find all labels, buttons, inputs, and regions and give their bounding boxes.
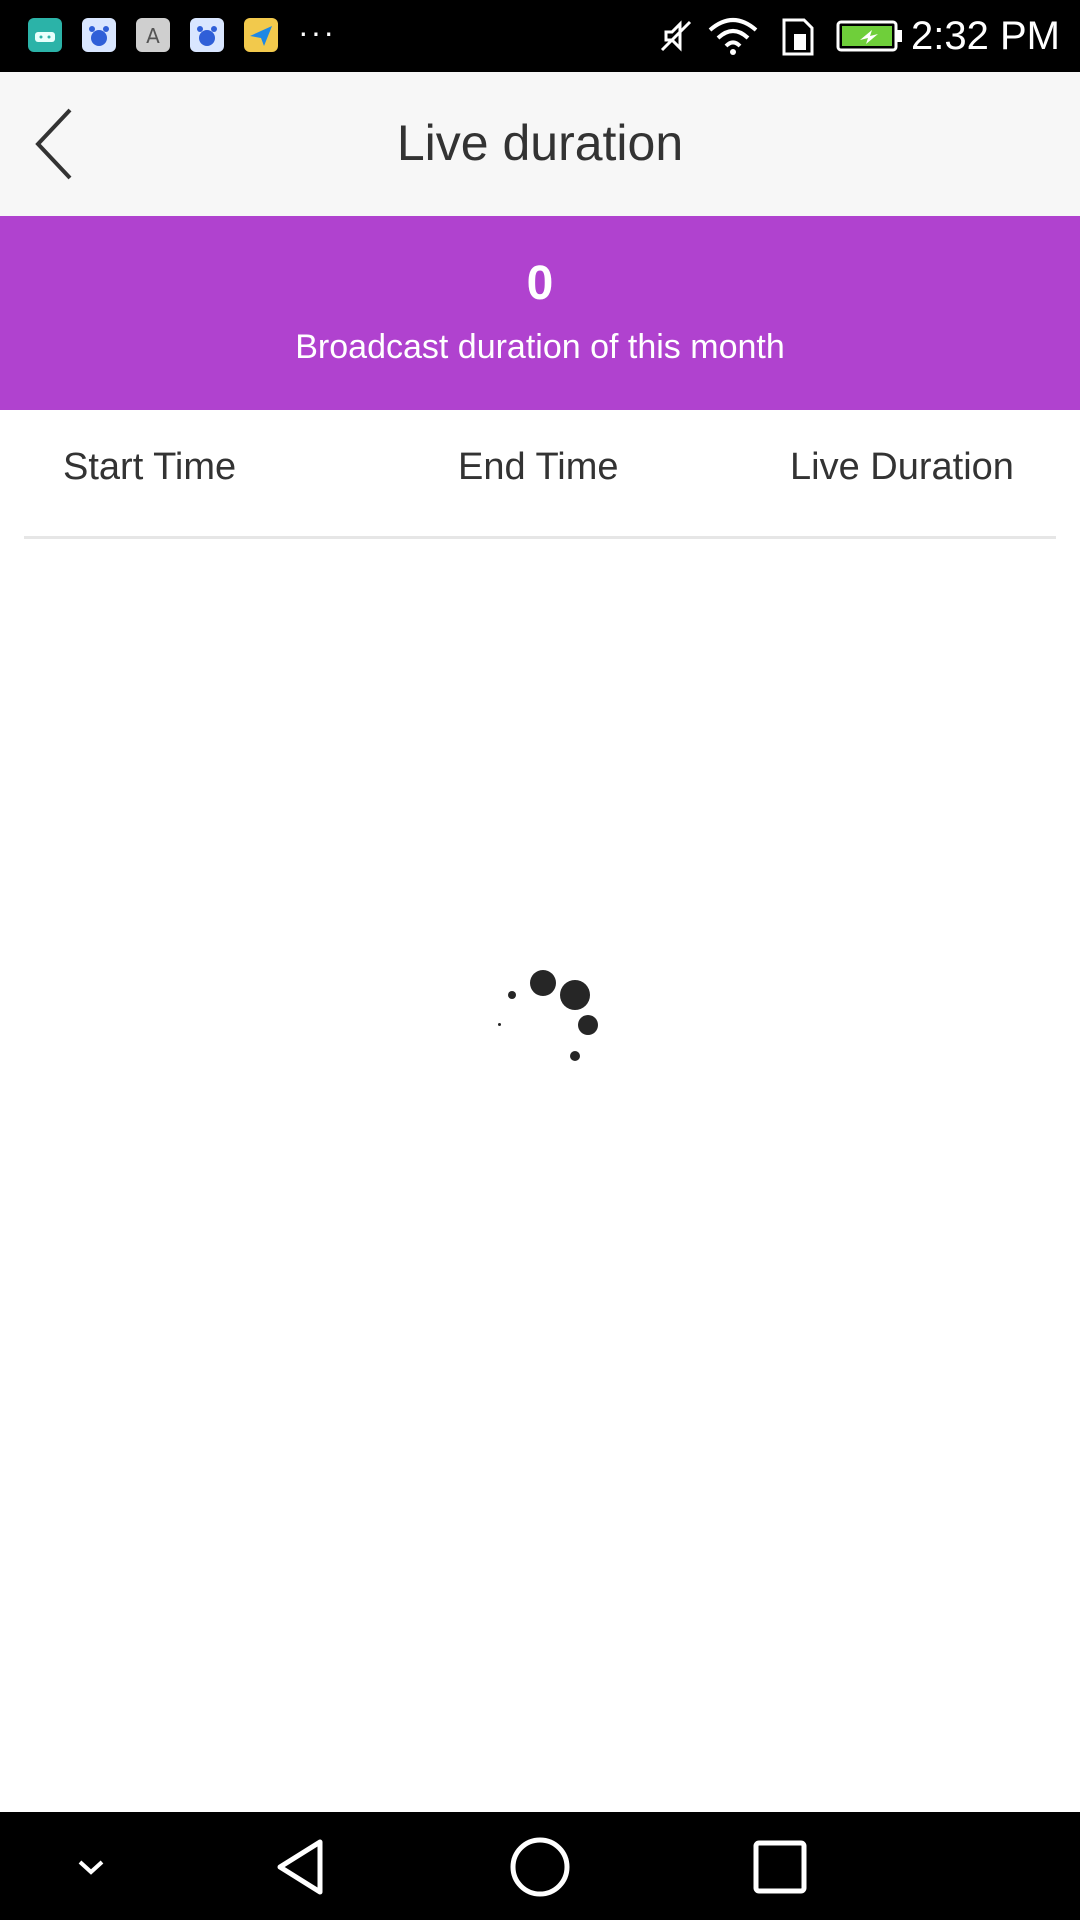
maps-icon: [244, 18, 278, 52]
system-navigation-bar: [0, 1812, 1080, 1920]
table-header: Start Time End Time Live Duration: [0, 410, 1080, 540]
spinner-dot: [508, 991, 516, 999]
baidu-icon: [190, 18, 224, 52]
page-title: Live duration: [396, 115, 684, 171]
monthly-summary-banner: 0 Broadcast duration of this month: [0, 216, 1080, 410]
baidu-icon: [82, 18, 116, 52]
spinner-dot: [578, 1015, 598, 1035]
column-header-live-duration: Live Duration: [790, 446, 1014, 488]
recents-square-icon: [753, 1840, 807, 1894]
spinner-dot: [560, 980, 590, 1010]
android-icon: [28, 18, 62, 52]
nav-back-button[interactable]: [266, 1834, 336, 1900]
status-bar: A ··· 2:32 PM: [0, 0, 1080, 72]
battery-icon: [836, 16, 904, 61]
back-triangle-icon: [277, 1839, 323, 1895]
home-circle-icon: [510, 1837, 570, 1897]
app-header: Live duration: [0, 72, 1080, 216]
column-header-start-time: Start Time: [63, 446, 237, 488]
spinner-dot: [498, 1023, 501, 1026]
chevron-down-icon: [78, 1860, 104, 1875]
monthly-duration-value: 0: [526, 257, 554, 310]
clock: 2:32 PM: [911, 14, 1060, 58]
sim-icon: [780, 16, 816, 61]
nav-recents-button[interactable]: [745, 1834, 815, 1900]
table-header-divider: [24, 536, 1056, 539]
nav-home-button[interactable]: [505, 1834, 575, 1900]
text-a-icon: A: [136, 18, 170, 52]
hide-nav-button[interactable]: [56, 1834, 126, 1900]
loading-spinner: [480, 950, 620, 1080]
column-header-end-time: End Time: [458, 446, 619, 488]
spinner-dot: [530, 970, 556, 996]
svg-text:A: A: [146, 24, 160, 48]
spinner-dot: [570, 1051, 580, 1061]
more-notifications-icon: ···: [298, 14, 336, 50]
wifi-icon: [706, 16, 760, 61]
monthly-duration-label: Broadcast duration of this month: [295, 328, 785, 366]
mute-icon: [656, 16, 696, 61]
